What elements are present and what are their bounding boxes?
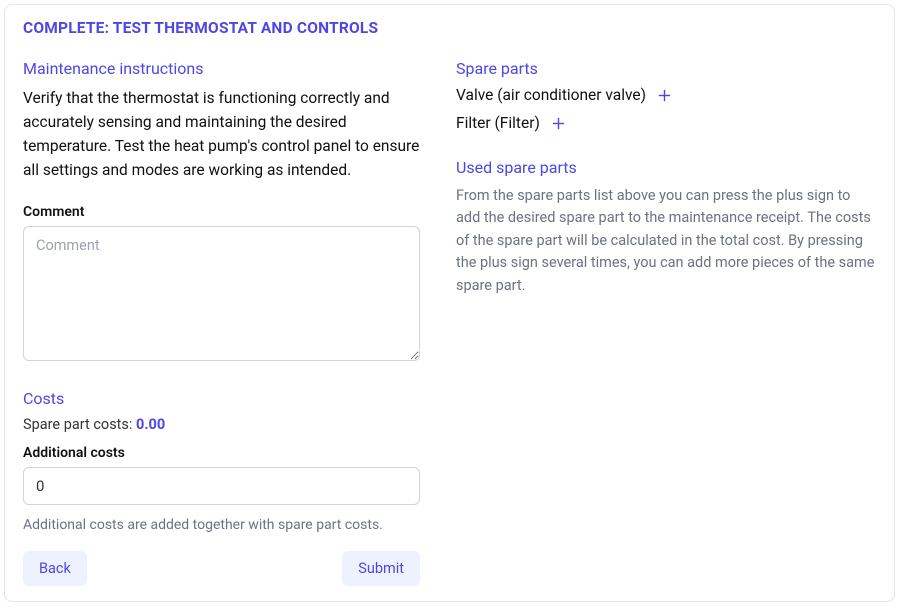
used-spare-parts-description: From the spare parts list above you can … [456, 185, 876, 297]
maintenance-form-card: COMPLETE: TEST THERMOSTAT AND CONTROLS M… [4, 4, 895, 602]
spare-part-label: Filter (Filter) [456, 114, 540, 132]
spare-part-costs-value: 0.00 [136, 416, 165, 433]
add-spare-part-button[interactable] [652, 87, 677, 104]
comment-input[interactable] [23, 226, 420, 361]
additional-costs-help: Additional costs are added together with… [23, 517, 420, 533]
spare-part-item: Valve (air conditioner valve) [456, 86, 876, 104]
submit-button[interactable]: Submit [342, 551, 420, 586]
spare-part-costs-line: Spare part costs: 0.00 [23, 416, 420, 433]
page-title: COMPLETE: TEST THERMOSTAT AND CONTROLS [23, 19, 876, 37]
spare-part-item: Filter (Filter) [456, 114, 876, 132]
plus-icon [656, 87, 673, 104]
additional-costs-label: Additional costs [23, 445, 420, 461]
instructions-text: Verify that the thermostat is functionin… [23, 86, 420, 182]
comment-label: Comment [23, 204, 420, 220]
used-spare-parts-heading: Used spare parts [456, 158, 876, 177]
spare-parts-list: Valve (air conditioner valve) Filter (Fi… [456, 86, 876, 132]
spare-parts-heading: Spare parts [456, 59, 876, 78]
spare-part-costs-label: Spare part costs: [23, 416, 136, 433]
additional-costs-input[interactable] [23, 467, 420, 505]
right-column: Spare parts Valve (air conditioner valve… [456, 59, 876, 586]
spare-part-label: Valve (air conditioner valve) [456, 86, 646, 104]
left-column: Maintenance instructions Verify that the… [23, 59, 420, 586]
back-button[interactable]: Back [23, 551, 87, 586]
add-spare-part-button[interactable] [546, 115, 571, 132]
costs-section: Costs Spare part costs: 0.00 Additional … [23, 389, 420, 533]
plus-icon [550, 115, 567, 132]
columns: Maintenance instructions Verify that the… [23, 59, 876, 586]
instructions-heading: Maintenance instructions [23, 59, 420, 78]
costs-heading: Costs [23, 389, 420, 408]
button-row: Back Submit [23, 551, 420, 586]
